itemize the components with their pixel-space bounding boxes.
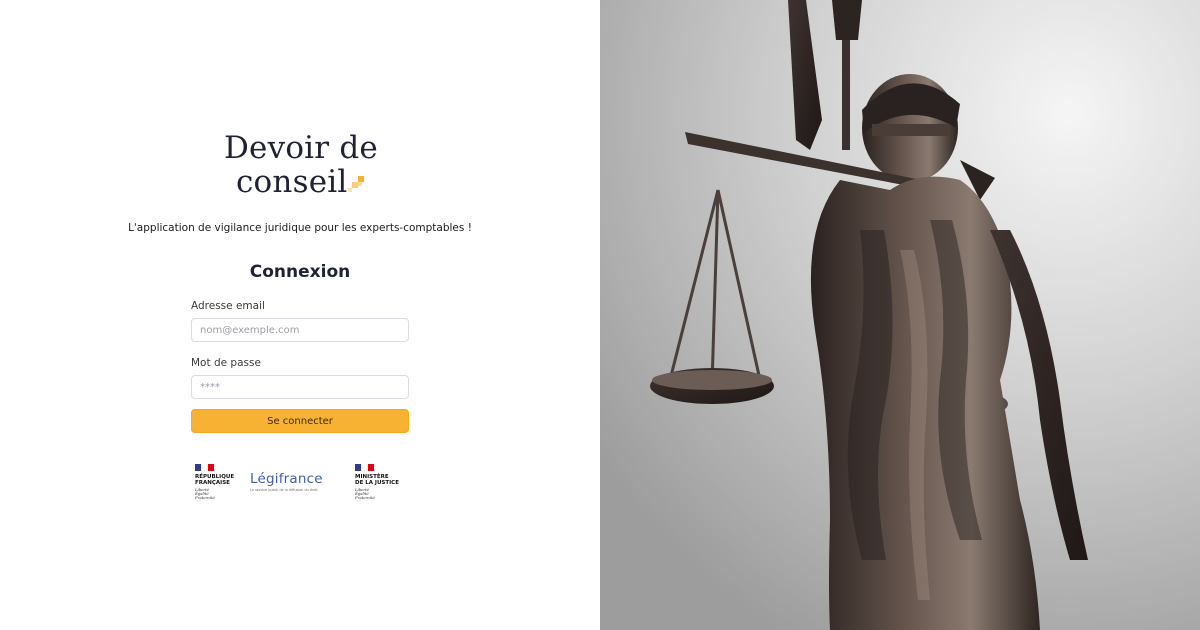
french-flag-icon: [355, 464, 374, 471]
legifrance-logo: Légifrance Le service public de la diffu…: [250, 471, 323, 492]
email-label: Adresse email: [191, 300, 265, 312]
legifrance-name: Légifrance: [250, 471, 323, 487]
logo-line-2: conseil: [236, 164, 348, 200]
devoir-de-conseil-logo: Devoir de conseil: [222, 130, 382, 202]
lady-justice-statue-image: [600, 0, 1200, 630]
ministere-title-2: DE LA JUSTICE: [355, 480, 399, 486]
password-field[interactable]: [191, 375, 409, 399]
email-field[interactable]: [191, 318, 409, 342]
republique-motto-3: Fraternité: [195, 495, 215, 500]
ministere-justice-logo: MINISTÈRE DE LA JUSTICE Liberté Égalité …: [355, 464, 399, 500]
republique-title-2: FRANÇAISE: [195, 480, 230, 486]
tagline: L'application de vigilance juridique pou…: [128, 222, 472, 234]
login-button[interactable]: Se connecter: [191, 409, 409, 433]
logo-mark-icon: [348, 176, 364, 192]
hero-image: [600, 0, 1200, 630]
french-flag-icon: [195, 464, 214, 471]
legifrance-subtitle: Le service public de la diffusion du dro…: [250, 488, 318, 492]
password-label: Mot de passe: [191, 357, 261, 369]
republique-francaise-logo: RÉPUBLIQUE FRANÇAISE Liberté Égalité Fra…: [195, 464, 234, 500]
logo-line-1: Devoir de: [224, 130, 378, 166]
login-panel: Devoir de conseil L'application de vigil…: [0, 0, 600, 630]
login-heading: Connexion: [249, 262, 351, 282]
ministere-motto-3: Fraternité: [355, 495, 375, 500]
login-form: Adresse email Mot de passe Se connecter: [191, 298, 409, 433]
